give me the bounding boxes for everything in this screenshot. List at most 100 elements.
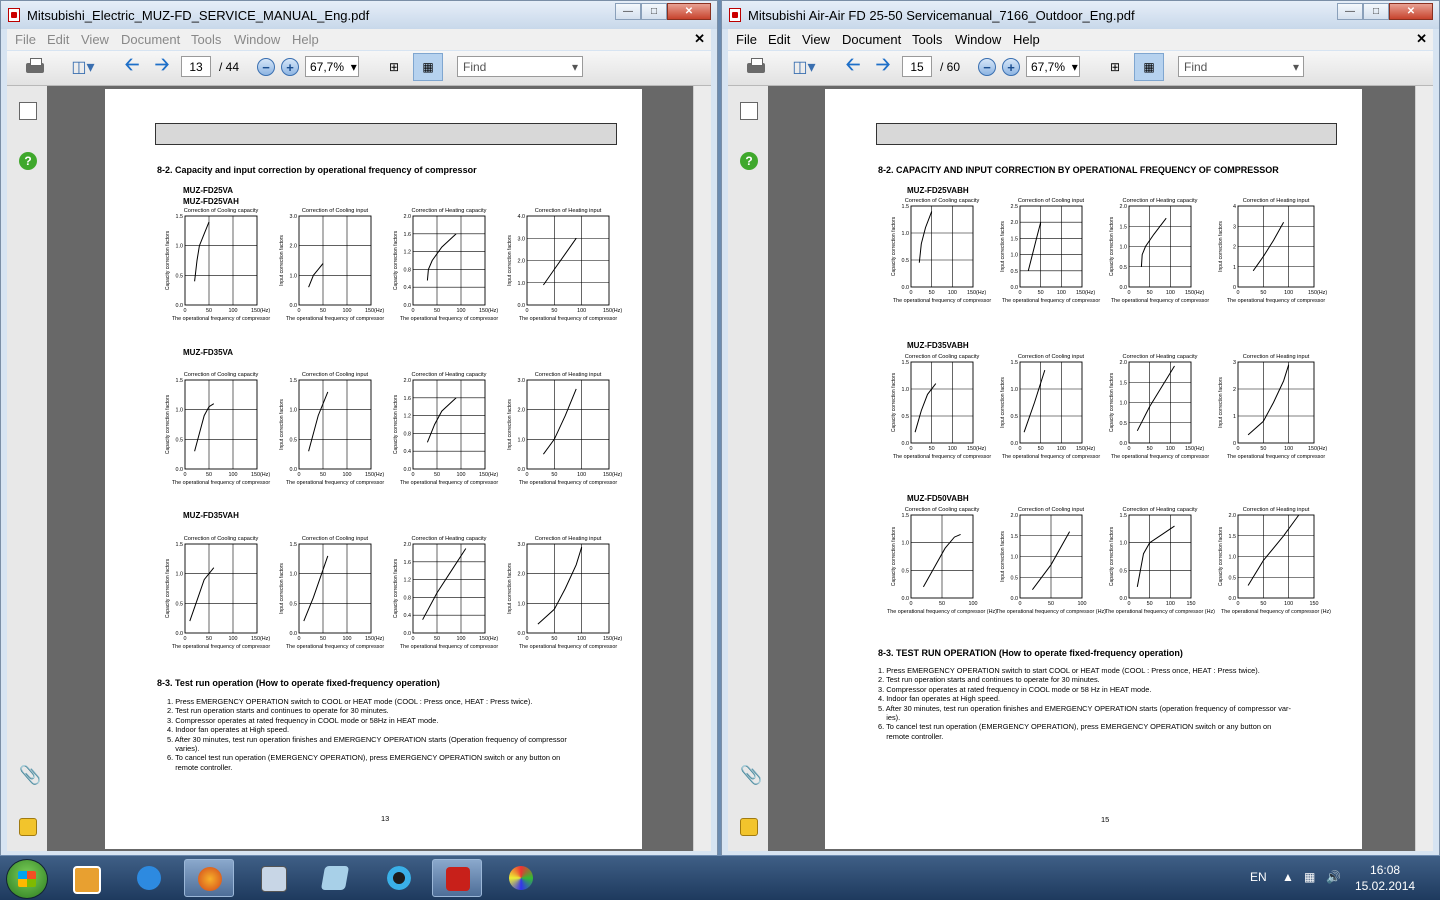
fit-width-icon[interactable]: ⊞: [379, 53, 409, 81]
print-icon[interactable]: [23, 56, 47, 78]
zoom-in-icon[interactable]: +: [281, 58, 299, 76]
menu-file[interactable]: File: [736, 32, 757, 47]
pages-icon[interactable]: [740, 102, 758, 120]
molecule-app-icon[interactable]: [374, 859, 424, 897]
menu-help[interactable]: Help: [292, 32, 319, 47]
fit-page-icon[interactable]: ▦: [1134, 53, 1164, 81]
plot-frame: [184, 543, 258, 634]
paint-icon[interactable]: [496, 859, 546, 897]
chart-title: Correction of Heating capacity: [412, 536, 487, 542]
minimize-button[interactable]: —: [615, 3, 641, 20]
menu-tools[interactable]: Tools: [191, 32, 221, 47]
comments-icon[interactable]: [19, 818, 37, 836]
media-player-icon[interactable]: [60, 859, 110, 897]
y-tick-label: 3.0: [518, 236, 526, 242]
y-axis-label: Capacity correction factors: [1218, 526, 1224, 586]
fit-width-icon[interactable]: ⊞: [1100, 53, 1130, 81]
x-tick-label: 0: [298, 636, 301, 642]
pdf-window-right: Mitsubishi Air-Air FD 25-50 Servicemanua…: [721, 0, 1440, 856]
zoom-select[interactable]: 67,7% ▾: [1026, 56, 1080, 77]
previous-page-icon[interactable]: 🡠: [121, 54, 143, 78]
x-tick-label: 150(Hz): [365, 472, 384, 478]
menu-window[interactable]: Window: [234, 32, 280, 47]
menu-document[interactable]: Document: [842, 32, 901, 47]
menu-edit[interactable]: Edit: [47, 32, 69, 47]
plot-frame: [526, 543, 610, 634]
previous-page-icon[interactable]: 🡠: [842, 54, 864, 78]
chart-title: Correction of Heating capacity: [1123, 198, 1198, 204]
series-line: [537, 546, 583, 625]
x-tick-label: 50: [551, 636, 557, 642]
page-number-input[interactable]: 15: [902, 56, 932, 77]
x-axis-label: The operational frequency of compressor: [1002, 298, 1100, 304]
menu-view[interactable]: View: [81, 32, 109, 47]
x-tick-label: 100: [1284, 446, 1293, 452]
share-icon[interactable]: ◫▾: [786, 56, 822, 78]
menu-help[interactable]: Help: [1013, 32, 1040, 47]
zoom-out-icon[interactable]: −: [257, 58, 275, 76]
close-button[interactable]: ✕: [1389, 3, 1433, 20]
close-document-icon[interactable]: ✕: [1416, 31, 1427, 47]
pages-icon[interactable]: [19, 102, 37, 120]
close-document-icon[interactable]: ✕: [694, 31, 705, 47]
help-icon[interactable]: ?: [19, 152, 37, 170]
firefox-icon[interactable]: [184, 859, 234, 897]
network-icon[interactable]: ▦: [1304, 870, 1315, 884]
y-axis-label: Input correction factors: [279, 563, 285, 614]
vertical-scrollbar[interactable]: [693, 86, 711, 851]
zoom-select[interactable]: 67,7% ▾: [305, 56, 359, 77]
notepad-icon[interactable]: [310, 859, 360, 897]
fit-page-icon[interactable]: ▦: [413, 53, 443, 81]
next-page-icon[interactable]: 🡢: [151, 54, 173, 78]
internet-explorer-icon[interactable]: [124, 859, 174, 897]
find-input[interactable]: Find ▾: [457, 56, 583, 77]
y-tick-label: 2: [1233, 245, 1236, 251]
next-page-icon[interactable]: 🡢: [872, 54, 894, 78]
show-hidden-icons-icon[interactable]: ▲: [1282, 870, 1294, 884]
menu-document[interactable]: Document: [121, 32, 180, 47]
start-button[interactable]: [6, 859, 48, 899]
maximize-button[interactable]: □: [641, 3, 667, 20]
chart-title: Correction of Cooling capacity: [184, 208, 259, 214]
plot-frame: [298, 215, 372, 306]
adobe-reader-icon[interactable]: [432, 859, 482, 897]
help-icon[interactable]: ?: [740, 152, 758, 170]
clock[interactable]: 16:08 15.02.2014: [1355, 862, 1415, 894]
zoom-out-icon[interactable]: −: [978, 58, 996, 76]
title-bar[interactable]: Mitsubishi Air-Air FD 25-50 Servicemanua…: [722, 1, 1439, 29]
menu-edit[interactable]: Edit: [768, 32, 790, 47]
y-tick-label: 1.0: [1229, 555, 1237, 561]
pdf-page: 8-2. CAPACITY AND INPUT CORRECTION BY OP…: [825, 89, 1362, 849]
menu-view[interactable]: View: [802, 32, 830, 47]
print-icon[interactable]: [744, 56, 768, 78]
title-bar[interactable]: Mitsubishi_Electric_MUZ-FD_SERVICE_MANUA…: [1, 1, 717, 29]
comments-icon[interactable]: [740, 818, 758, 836]
vertical-scrollbar[interactable]: [1415, 86, 1433, 851]
menu-window[interactable]: Window: [955, 32, 1001, 47]
x-tick-label: 0: [184, 636, 187, 642]
zoom-in-icon[interactable]: +: [1002, 58, 1020, 76]
menu-file[interactable]: File: [15, 32, 36, 47]
share-icon[interactable]: ◫▾: [65, 56, 101, 78]
menu-tools[interactable]: Tools: [912, 32, 942, 47]
menu-bar: File Edit View Document Tools Window Hel…: [728, 29, 1433, 50]
x-tick-label: 50: [1048, 601, 1054, 607]
volume-icon[interactable]: 🔊: [1326, 870, 1341, 884]
chart-title: Correction of Heating input: [535, 208, 602, 214]
plot-frame: [1019, 205, 1083, 288]
y-tick-label: 0.0: [404, 467, 412, 473]
minimize-button[interactable]: —: [1337, 3, 1363, 20]
attachment-icon[interactable]: 📎: [740, 766, 762, 784]
y-tick-label: 0.0: [518, 631, 526, 637]
calculator-icon[interactable]: [248, 859, 298, 897]
y-tick-label: 2.0: [518, 572, 526, 578]
page-number-input[interactable]: 13: [181, 56, 211, 77]
language-indicator[interactable]: EN: [1250, 870, 1267, 884]
attachment-icon[interactable]: 📎: [19, 766, 41, 784]
cooling-input-chart: Correction of Cooling input 0.0 0.5 1.0 1.5 2…: [1000, 198, 1100, 304]
maximize-button[interactable]: □: [1363, 3, 1389, 20]
step-item: 2. Test run operation starts and continu…: [167, 706, 389, 716]
find-input[interactable]: Find ▾: [1178, 56, 1304, 77]
cooling-input-chart: Correction of Cooling input 0.0 0.5 1.0 1.5 2…: [996, 507, 1106, 615]
close-button[interactable]: ✕: [667, 3, 711, 20]
